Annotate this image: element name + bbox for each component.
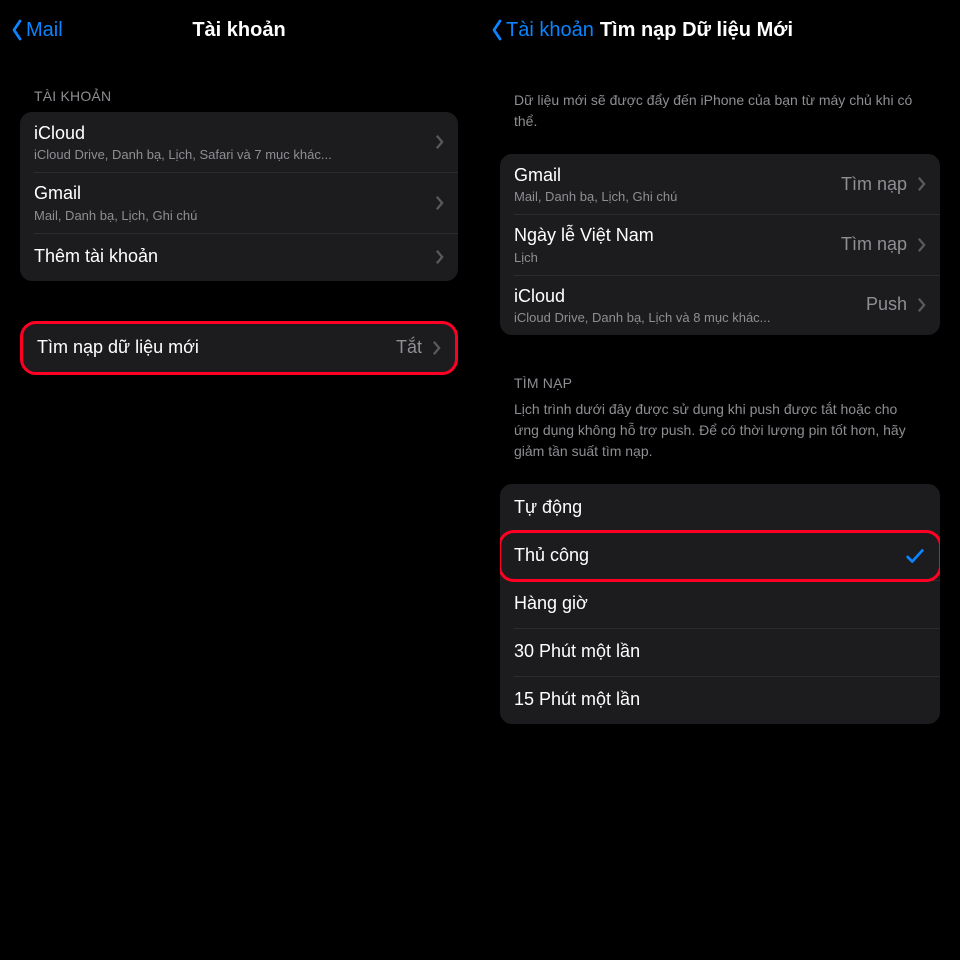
accounts-group: iCloud iCloud Drive, Danh bạ, Lịch, Safa… [20,112,458,281]
row-sub: iCloud Drive, Danh bạ, Lịch, Safari và 7… [34,147,425,162]
section-header-fetch: TÌM NẠP [480,335,960,399]
pane-accounts: Mail Tài khoản TÀI KHOẢN iCloud iCloud D… [0,0,480,960]
option-label: Hàng giờ [514,592,926,615]
row-title: Ngày lễ Việt Nam [514,224,833,247]
chevron-right-icon [435,249,444,265]
chevron-left-icon [490,18,504,42]
row-sub: Lịch [514,250,833,265]
option-label: 15 Phút một lần [514,688,926,711]
back-label: Tài khoản [506,19,594,42]
row-title: Thêm tài khoản [34,245,425,268]
chevron-right-icon [435,134,444,150]
option-label: Thủ công [514,544,896,567]
back-label: Mail [26,19,63,42]
schedule-option-auto[interactable]: Tự động [500,484,940,532]
chevron-right-icon [435,195,444,211]
navbar: Tài khoản Tìm nạp Dữ liệu Mới [480,0,960,60]
add-account-row[interactable]: Thêm tài khoản [20,233,458,281]
row-value: Push [866,294,907,315]
row-title: iCloud [34,122,425,145]
row-sub: iCloud Drive, Danh bạ, Lịch và 8 mục khá… [514,310,858,325]
pane-fetch: Tài khoản Tìm nạp Dữ liệu Mới Dữ liệu mớ… [480,0,960,960]
row-title: iCloud [514,285,858,308]
back-button[interactable]: Mail [10,18,63,42]
chevron-right-icon [917,176,926,192]
option-label: 30 Phút một lần [514,640,926,663]
fetch-accounts-group: Gmail Mail, Danh bạ, Lịch, Ghi chú Tìm n… [500,154,940,335]
fetch-description: Lịch trình dưới đây được sử dụng khi pus… [480,399,960,470]
account-row-icloud[interactable]: iCloud iCloud Drive, Danh bạ, Lịch, Safa… [20,112,458,172]
schedule-option-manual[interactable]: Thủ công [500,532,940,580]
schedule-option-hourly[interactable]: Hàng giờ [500,580,940,628]
row-title: Tìm nạp dữ liệu mới [37,336,388,359]
row-sub: Mail, Danh bạ, Lịch, Ghi chú [514,189,833,204]
page-title: Tìm nạp Dữ liệu Mới [600,19,793,42]
fetch-new-data-group: Tìm nạp dữ liệu mới Tắt [20,321,458,375]
chevron-left-icon [10,18,24,42]
chevron-right-icon [917,237,926,253]
row-title: Gmail [34,182,425,205]
section-header-accounts: TÀI KHOẢN [0,60,478,112]
page-title: Tài khoản [0,19,478,42]
fetch-account-holidays[interactable]: Ngày lễ Việt Nam Lịch Tìm nạp [500,214,940,274]
account-row-gmail[interactable]: Gmail Mail, Danh bạ, Lịch, Ghi chú [20,172,458,232]
navbar: Mail Tài khoản [0,0,478,60]
chevron-right-icon [917,297,926,313]
row-value: Tìm nạp [841,174,907,195]
fetch-account-icloud[interactable]: iCloud iCloud Drive, Danh bạ, Lịch và 8 … [500,275,940,335]
row-value: Tắt [396,337,422,358]
option-label: Tự động [514,496,926,519]
push-description: Dữ liệu mới sẽ được đẩy đến iPhone của b… [480,60,960,140]
schedule-option-15min[interactable]: 15 Phút một lần [500,676,940,724]
schedule-option-30min[interactable]: 30 Phút một lần [500,628,940,676]
fetch-new-data-row[interactable]: Tìm nạp dữ liệu mới Tắt [23,324,455,372]
row-title: Gmail [514,164,833,187]
check-icon [904,545,926,567]
fetch-account-gmail[interactable]: Gmail Mail, Danh bạ, Lịch, Ghi chú Tìm n… [500,154,940,214]
row-sub: Mail, Danh bạ, Lịch, Ghi chú [34,208,425,223]
chevron-right-icon [432,340,441,356]
fetch-schedule-group: Tự động Thủ công Hàng giờ 30 Phút một lầ… [500,484,940,724]
row-value: Tìm nạp [841,234,907,255]
back-button[interactable]: Tài khoản [490,18,594,42]
